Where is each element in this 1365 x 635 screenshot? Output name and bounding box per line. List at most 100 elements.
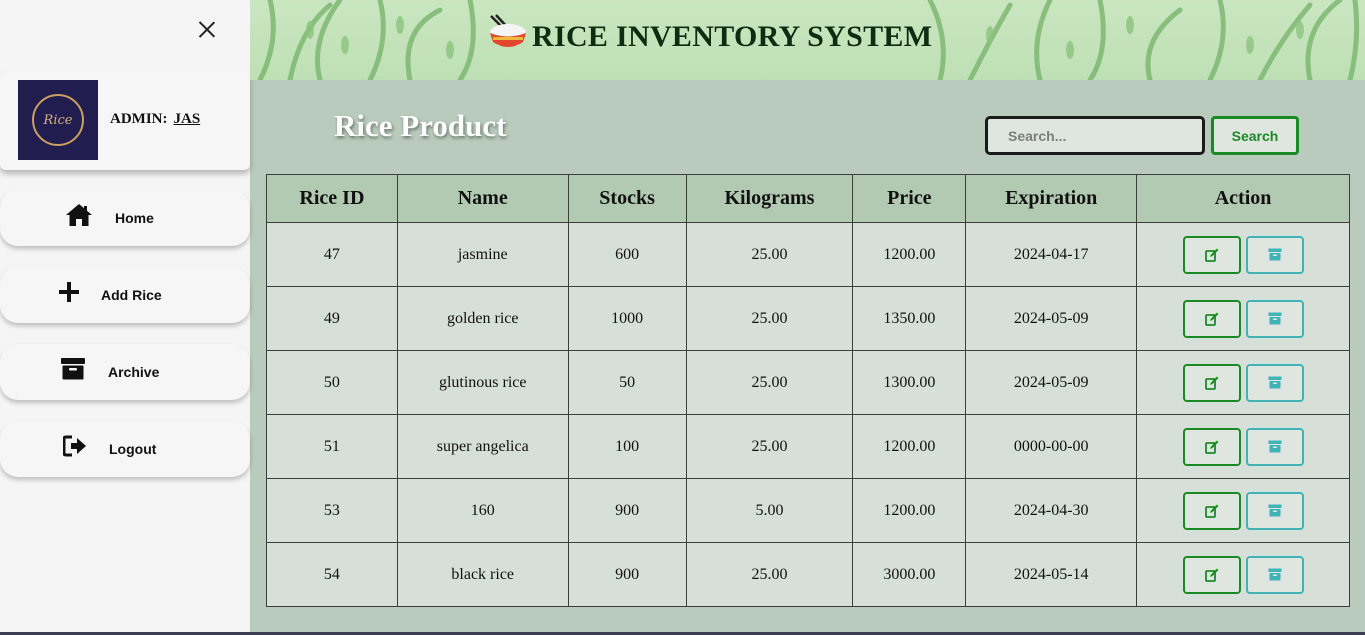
cell-kilograms: 25.00 — [685, 350, 854, 415]
cell-action — [1136, 222, 1350, 287]
archive-button[interactable] — [1245, 427, 1304, 466]
table-row: 54 black rice 900 25.00 3000.00 2024-05-… — [266, 542, 1350, 607]
home-icon — [64, 200, 94, 230]
nav-item-home[interactable]: Home — [0, 190, 250, 246]
archive-button[interactable] — [1245, 235, 1304, 274]
rice-bowl-icon — [490, 14, 526, 47]
cell-rice-id: 51 — [266, 414, 398, 479]
archive-button[interactable] — [1245, 363, 1304, 402]
cell-kilograms: 5.00 — [685, 478, 854, 543]
edit-icon — [1204, 248, 1219, 262]
column-header-price: Price — [852, 174, 967, 223]
archive-button[interactable] — [1245, 555, 1304, 594]
cell-price: 1200.00 — [852, 414, 967, 479]
edit-button[interactable] — [1182, 299, 1241, 338]
cell-kilograms: 25.00 — [685, 414, 854, 479]
rice-logo: Rice — [18, 80, 98, 160]
cell-stocks: 100 — [567, 414, 687, 479]
nav-label-archive: Archive — [108, 364, 160, 380]
nav-label-home: Home — [115, 210, 154, 226]
cell-rice-id: 50 — [266, 350, 398, 415]
cell-expiration: 2024-05-09 — [965, 350, 1138, 415]
header-banner: RICE INVENTORY SYSTEM — [250, 0, 1365, 80]
archive-button[interactable] — [1245, 299, 1304, 338]
archive-icon — [1268, 440, 1282, 453]
rice-inventory-table: Rice ID Name Stocks Kilograms Price Expi… — [266, 174, 1350, 607]
nav-item-add-rice[interactable]: Add Rice — [0, 267, 250, 323]
edit-button[interactable] — [1182, 235, 1241, 274]
cell-rice-id: 47 — [266, 222, 398, 287]
cell-price: 1300.00 — [852, 350, 967, 415]
table-row: 47 jasmine 600 25.00 1200.00 2024-04-17 — [266, 222, 1350, 287]
edit-icon — [1204, 440, 1219, 454]
cell-name: black rice — [396, 542, 569, 607]
admin-profile-card: Rice ADMIN: JAS — [0, 70, 250, 170]
column-header-kilograms: Kilograms — [685, 174, 854, 223]
table-row: 49 golden rice 1000 25.00 1350.00 2024-0… — [266, 286, 1350, 351]
edit-icon — [1204, 376, 1219, 390]
edit-button[interactable] — [1182, 363, 1241, 402]
cell-price: 3000.00 — [852, 542, 967, 607]
cell-expiration: 2024-04-30 — [965, 478, 1138, 543]
admin-label: ADMIN: — [110, 111, 168, 127]
edit-button[interactable] — [1182, 491, 1241, 530]
cell-stocks: 1000 — [567, 286, 687, 351]
edit-button[interactable] — [1182, 427, 1241, 466]
edit-icon — [1204, 568, 1219, 582]
archive-icon — [1268, 504, 1282, 517]
edit-icon — [1204, 504, 1219, 518]
nav-item-logout[interactable]: Logout — [0, 421, 250, 477]
archive-icon — [58, 354, 88, 384]
logout-icon — [60, 431, 90, 461]
cell-expiration: 2024-05-14 — [965, 542, 1138, 607]
cell-action — [1136, 350, 1350, 415]
archive-icon — [1268, 248, 1282, 261]
archive-icon — [1268, 376, 1282, 389]
sidebar: Rice ADMIN: JAS Home Add Rice Archive Log… — [0, 0, 250, 635]
logo-ring: Rice — [32, 94, 84, 146]
search-button[interactable]: Search — [1211, 116, 1299, 155]
plus-icon — [54, 277, 84, 307]
table-row: 50 glutinous rice 50 25.00 1300.00 2024-… — [266, 350, 1350, 415]
column-header-name: Name — [396, 174, 569, 223]
cell-action — [1136, 478, 1350, 543]
table-row: 51 super angelica 100 25.00 1200.00 0000… — [266, 414, 1350, 479]
admin-name-link[interactable]: JAS — [174, 111, 201, 127]
cell-expiration: 2024-05-09 — [965, 286, 1138, 351]
app-title: RICE INVENTORY SYSTEM — [532, 20, 933, 53]
column-header-stocks: Stocks — [567, 174, 687, 223]
cell-name: super angelica — [396, 414, 569, 479]
cell-rice-id: 49 — [266, 286, 398, 351]
cell-name: glutinous rice — [396, 350, 569, 415]
edit-button[interactable] — [1182, 555, 1241, 594]
cell-price: 1350.00 — [852, 286, 967, 351]
cell-expiration: 2024-04-17 — [965, 222, 1138, 287]
nav-label-logout: Logout — [109, 441, 157, 457]
cell-price: 1200.00 — [852, 478, 967, 543]
column-header-expiration: Expiration — [965, 174, 1138, 223]
close-sidebar-button[interactable] — [196, 18, 218, 40]
archive-button[interactable] — [1245, 491, 1304, 530]
cell-stocks: 600 — [567, 222, 687, 287]
column-header-action: Action — [1136, 174, 1350, 223]
cell-kilograms: 25.00 — [685, 542, 854, 607]
cell-stocks: 50 — [567, 350, 687, 415]
nav-item-archive[interactable]: Archive — [0, 344, 250, 400]
admin-label-group: ADMIN: JAS — [110, 111, 200, 128]
cell-kilograms: 25.00 — [685, 222, 854, 287]
cell-name: golden rice — [396, 286, 569, 351]
cell-stocks: 900 — [567, 542, 687, 607]
cell-action — [1136, 414, 1350, 479]
search-input[interactable] — [985, 116, 1205, 155]
column-header-rice-id: Rice ID — [266, 174, 398, 223]
cell-kilograms: 25.00 — [685, 286, 854, 351]
archive-icon — [1268, 312, 1282, 325]
logo-text: Rice — [43, 112, 73, 128]
cell-rice-id: 53 — [266, 478, 398, 543]
cell-rice-id: 54 — [266, 542, 398, 607]
archive-icon — [1268, 568, 1282, 581]
cell-stocks: 900 — [567, 478, 687, 543]
cell-price: 1200.00 — [852, 222, 967, 287]
cell-name: 160 — [396, 478, 569, 543]
edit-icon — [1204, 312, 1219, 326]
